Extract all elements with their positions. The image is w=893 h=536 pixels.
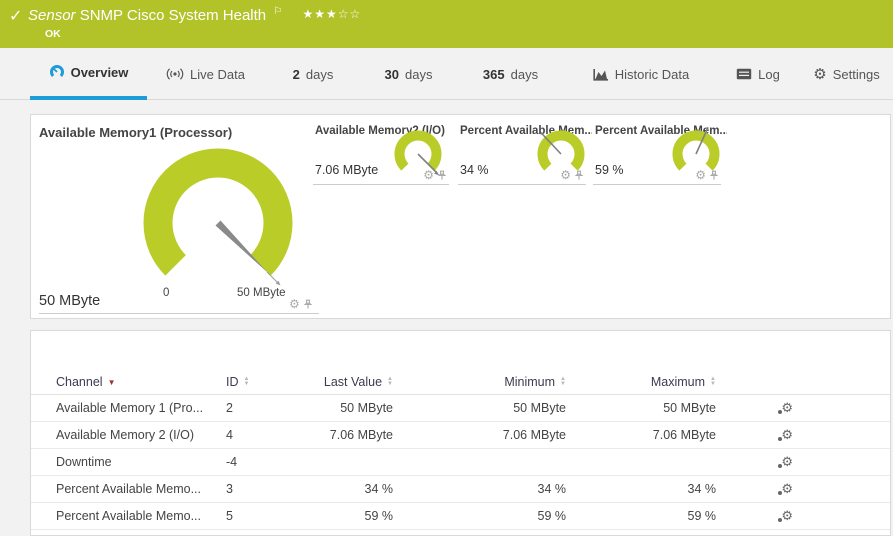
- log-icon: [736, 68, 752, 80]
- mini-gauge-value: 59 %: [595, 163, 624, 177]
- divider: [39, 313, 319, 314]
- maximum-value: 7.06 MByte: [566, 428, 716, 442]
- column-header-last-value[interactable]: Last Value▲▼: [311, 375, 393, 389]
- status-ok-check-icon: ✓: [9, 6, 22, 26]
- main-gauge: [123, 133, 313, 298]
- gauge-settings-gear-icon[interactable]: ⚙: [289, 298, 300, 310]
- tab-overview[interactable]: Overview: [30, 48, 147, 100]
- pin-icon[interactable]: [303, 299, 313, 310]
- sensor-title: Sensor SNMP Cisco System Health ⚐ ★★★☆☆: [28, 6, 361, 24]
- mini-gauge-tile-percent2: Percent Available Mem... 59 % ⚙: [593, 123, 721, 185]
- pin-icon[interactable]: [437, 170, 447, 181]
- table-row: Downtime -4 ⚙: [31, 449, 890, 476]
- tab-settings[interactable]: ⚙ Settings: [800, 48, 893, 100]
- last-value: 7.06 MByte: [311, 428, 393, 442]
- minimum-value: 34 %: [393, 482, 566, 496]
- tab-historic-data[interactable]: Historic Data: [566, 48, 716, 100]
- table-header-row: Channel▼ ID▲▼ Last Value▲▼ Minimum▲▼ Max…: [31, 369, 890, 395]
- pin-icon[interactable]: [709, 170, 719, 181]
- gauge-settings-gear-icon[interactable]: ⚙: [423, 169, 434, 181]
- edit-channel-gear-icon[interactable]: ⚙: [781, 455, 793, 468]
- gauge-icon: [49, 64, 65, 80]
- edit-channel-gear-icon[interactable]: ⚙: [781, 401, 793, 414]
- sensor-status-bar: ✓ Sensor SNMP Cisco System Health ⚐ ★★★☆…: [0, 0, 893, 48]
- tab-bar: Overview Live Data 2 days 30 days 365 da…: [0, 48, 893, 100]
- edit-channel-gear-icon[interactable]: ⚙: [781, 482, 793, 495]
- table-row: Available Memory 1 (Pro... 2 50 MByte 50…: [31, 395, 890, 422]
- column-header-id[interactable]: ID▲▼: [226, 375, 311, 389]
- channel-id: 3: [226, 482, 311, 496]
- minimum-value: 59 %: [393, 509, 566, 523]
- minimum-value: 7.06 MByte: [393, 428, 566, 442]
- mini-gauge-tile-memory2: Available Memory2 (I/O) 7.06 MByte ⚙: [313, 123, 449, 185]
- tab-2-days[interactable]: 2 days: [264, 48, 362, 100]
- minimum-value: 50 MByte: [393, 401, 566, 415]
- sensor-type-label: Sensor: [28, 7, 76, 24]
- mini-gauge-value: 34 %: [460, 163, 489, 177]
- tab-365-days[interactable]: 365 days: [455, 48, 566, 100]
- channel-name: Percent Available Memo...: [56, 482, 226, 496]
- flag-icon: ⚐: [273, 6, 282, 17]
- gauge-settings-gear-icon[interactable]: ⚙: [695, 169, 706, 181]
- gauge-scale-min: 0: [163, 287, 169, 299]
- sort-icon: ▲▼: [710, 377, 716, 387]
- edit-channel-gear-icon[interactable]: ⚙: [781, 428, 793, 441]
- channel-name: Percent Available Memo...: [56, 509, 226, 523]
- column-header-minimum[interactable]: Minimum▲▼: [393, 375, 566, 389]
- table-row: Percent Available Memo... 3 34 % 34 % 34…: [31, 476, 890, 503]
- maximum-value: 50 MByte: [566, 401, 716, 415]
- channel-table: Channel▼ ID▲▼ Last Value▲▼ Minimum▲▼ Max…: [31, 369, 890, 530]
- column-header-channel[interactable]: Channel▼: [56, 375, 226, 389]
- last-value: 59 %: [311, 509, 393, 523]
- table-row: Available Memory 2 (I/O) 4 7.06 MByte 7.…: [31, 422, 890, 449]
- tab-log[interactable]: Log: [716, 48, 800, 100]
- channel-table-panel: Channel▼ ID▲▼ Last Value▲▼ Minimum▲▼ Max…: [30, 330, 891, 536]
- settings-gear-icon: ⚙: [813, 67, 826, 82]
- table-row: Percent Available Memo... 5 59 % 59 % 59…: [31, 503, 890, 530]
- channel-name: Downtime: [56, 455, 226, 469]
- tab-30-days[interactable]: 30 days: [362, 48, 455, 100]
- maximum-value: 34 %: [566, 482, 716, 496]
- gauges-panel: Available Memory1 (Processor) 0 50 MByte…: [30, 114, 891, 319]
- channel-id: 4: [226, 428, 311, 442]
- column-header-maximum[interactable]: Maximum▲▼: [566, 375, 716, 389]
- historic-chart-icon: [593, 68, 609, 81]
- channel-id: 2: [226, 401, 311, 415]
- tab-live-data[interactable]: Live Data: [147, 48, 264, 100]
- sensor-name: SNMP Cisco System Health: [80, 7, 266, 24]
- maximum-value: 59 %: [566, 509, 716, 523]
- gauge-scale-max: 50 MByte: [237, 287, 286, 299]
- last-value: 50 MByte: [311, 401, 393, 415]
- channel-id: -4: [226, 455, 311, 469]
- pin-icon[interactable]: [574, 170, 584, 181]
- gauge-settings-gear-icon[interactable]: ⚙: [560, 169, 571, 181]
- channel-name: Available Memory 2 (I/O): [56, 428, 226, 442]
- priority-stars[interactable]: ★★★☆☆: [302, 7, 361, 21]
- channel-name: Available Memory 1 (Pro...: [56, 401, 226, 415]
- sort-desc-icon: ▼: [108, 378, 116, 387]
- sort-icon: ▲▼: [244, 377, 250, 387]
- live-data-icon: [166, 67, 184, 81]
- channel-id: 5: [226, 509, 311, 523]
- mini-gauge-value: 7.06 MByte: [315, 163, 378, 177]
- status-badge: OK: [45, 28, 61, 40]
- mini-gauge-tile-percent1: Percent Available Mem... 34 % ⚙: [458, 123, 586, 185]
- last-value: 34 %: [311, 482, 393, 496]
- edit-channel-gear-icon[interactable]: ⚙: [781, 509, 793, 522]
- main-gauge-value: 50 MByte: [39, 293, 100, 309]
